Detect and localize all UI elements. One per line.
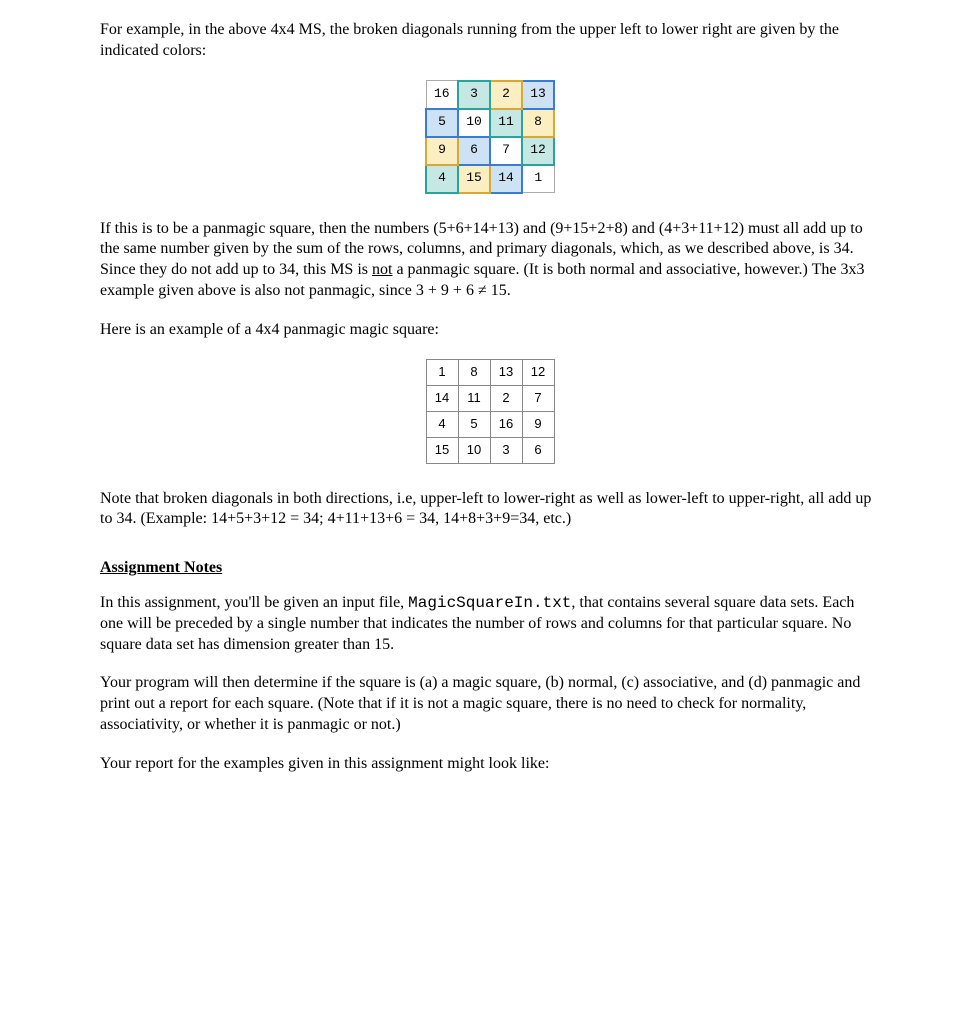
cell: 6 (458, 137, 490, 165)
paragraph-intro: For example, in the above 4x4 MS, the br… (100, 20, 880, 62)
cell: 14 (490, 165, 522, 193)
cell: 16 (490, 411, 522, 437)
cell: 9 (522, 411, 554, 437)
cell: 13 (522, 81, 554, 109)
paragraph-broken-diagonals: Note that broken diagonals in both direc… (100, 489, 880, 531)
cell: 11 (458, 385, 490, 411)
cell: 10 (458, 109, 490, 137)
cell: 3 (490, 437, 522, 463)
cell: 8 (458, 359, 490, 385)
cell: 1 (522, 165, 554, 193)
colored-magic-square: 16 3 2 13 5 10 11 8 9 6 7 12 4 15 14 1 (425, 80, 555, 194)
cell: 10 (458, 437, 490, 463)
cell: 3 (458, 81, 490, 109)
section-heading-assignment-notes: Assignment Notes (100, 558, 880, 579)
cell: 2 (490, 81, 522, 109)
grid1-wrap: 16 3 2 13 5 10 11 8 9 6 7 12 4 15 14 1 (100, 80, 880, 194)
grid2-wrap: 1 8 13 12 14 11 2 7 4 5 16 9 15 10 3 6 (100, 359, 880, 464)
cell: 5 (426, 109, 458, 137)
text-underline-not: not (372, 261, 392, 278)
cell: 12 (522, 137, 554, 165)
cell: 4 (426, 165, 458, 193)
cell: 2 (490, 385, 522, 411)
cell: 14 (426, 385, 458, 411)
cell: 16 (426, 81, 458, 109)
cell: 15 (458, 165, 490, 193)
cell: 13 (490, 359, 522, 385)
cell: 7 (522, 385, 554, 411)
cell: 1 (426, 359, 458, 385)
cell: 12 (522, 359, 554, 385)
paragraph-input-file: In this assignment, you'll be given an i… (100, 593, 880, 655)
cell: 9 (426, 137, 458, 165)
cell: 5 (458, 411, 490, 437)
paragraph-panmagic-check: If this is to be a panmagic square, then… (100, 219, 880, 302)
text: In this assignment, you'll be given an i… (100, 594, 408, 611)
cell: 15 (426, 437, 458, 463)
cell: 7 (490, 137, 522, 165)
cell: 6 (522, 437, 554, 463)
paragraph-example-intro: Here is an example of a 4x4 panmagic mag… (100, 320, 880, 341)
paragraph-report-intro: Your report for the examples given in th… (100, 754, 880, 775)
filename: MagicSquareIn.txt (408, 594, 571, 612)
cell: 11 (490, 109, 522, 137)
cell: 4 (426, 411, 458, 437)
panmagic-square: 1 8 13 12 14 11 2 7 4 5 16 9 15 10 3 6 (426, 359, 555, 464)
cell: 8 (522, 109, 554, 137)
paragraph-program-tasks: Your program will then determine if the … (100, 673, 880, 735)
